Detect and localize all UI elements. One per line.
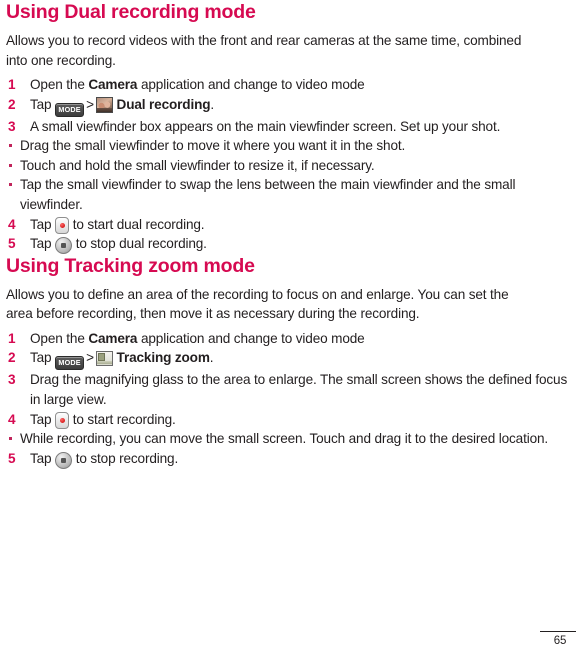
step-item: 2 Tap MODE > Tracking zoom. <box>6 348 572 371</box>
step-number: 1 <box>8 330 16 346</box>
record-button-icon[interactable] <box>55 411 70 429</box>
tracking-zoom-thumbnail-icon[interactable] <box>95 351 113 367</box>
record-button-icon[interactable] <box>55 216 70 234</box>
step-number: 4 <box>8 216 16 232</box>
step-text-after: . <box>209 350 214 366</box>
section-title-dual-recording: Using Dual recording mode <box>6 1 256 23</box>
bullet-dot-icon <box>9 437 12 441</box>
section-intro-tracking-zoom: Allows you to define an area of the reco… <box>6 286 509 322</box>
tap-label: Tap <box>30 350 52 366</box>
step-item: 1 Open the Camera application and change… <box>6 75 572 95</box>
separator-glyph: > <box>86 96 94 112</box>
step-text-after: . <box>210 96 215 112</box>
separator-glyph: > <box>86 350 94 366</box>
dual-recording-thumbnail-icon[interactable] <box>95 96 113 113</box>
page-number: 65 <box>553 635 567 647</box>
step-number: 1 <box>8 77 16 92</box>
bullet-text: Touch and hold the small viewfinder to r… <box>20 157 375 173</box>
section-title-tracking-zoom: Using Tracking zoom mode <box>6 254 255 277</box>
page-footer: 65 <box>540 631 580 648</box>
step-item: 3 A small viewfinder box appears on the … <box>6 117 572 137</box>
step-item: 2 Tap MODE > Dual recording. <box>6 95 572 117</box>
tap-label: Tap <box>30 96 52 112</box>
step-text-after: to stop recording. <box>72 450 179 466</box>
step-text: Drag the magnifying glass to the area to… <box>30 372 568 407</box>
step-item: 4 Tap to start dual recording. <box>6 215 572 235</box>
step-number: 5 <box>8 236 16 252</box>
bullet-text: While recording, you can move the small … <box>20 431 549 447</box>
bullet-dot-icon <box>9 144 12 148</box>
step-text-after: application and change to video mode <box>137 330 365 346</box>
stop-button-icon[interactable] <box>55 237 73 255</box>
step-text-after: to start dual recording. <box>69 216 205 232</box>
mode-button-icon[interactable]: MODE <box>55 356 85 371</box>
step-text: A small viewfinder box appears on the ma… <box>30 118 501 134</box>
step-bold-term: Tracking zoom <box>116 350 210 366</box>
step-bold-term: Camera <box>88 77 138 92</box>
bullet-dot-icon <box>9 163 12 167</box>
step-item: 5 Tap to stop dual recording. <box>6 234 572 255</box>
step-number: 2 <box>8 96 16 112</box>
bullet-item: While recording, you can move the small … <box>6 429 572 449</box>
mode-button-icon[interactable]: MODE <box>55 102 85 117</box>
step-text-before: Open the <box>30 330 89 346</box>
step-number: 4 <box>8 411 16 427</box>
step-text-before: Open the <box>30 77 89 92</box>
step-bold-term: Camera <box>88 330 138 346</box>
bullet-item: Touch and hold the small viewfinder to r… <box>6 156 572 176</box>
step-number: 5 <box>8 450 16 466</box>
step-item: 1 Open the Camera application and change… <box>6 329 572 349</box>
step-number: 3 <box>8 118 16 134</box>
step-text-after: application and change to video mode <box>137 77 365 92</box>
step-text-after: to stop dual recording. <box>72 236 207 252</box>
step-bold-term: Dual recording <box>116 96 211 112</box>
step-text-after: to start recording. <box>69 411 176 427</box>
steps-list-tracking-zoom: 1 Open the Camera application and change… <box>6 329 572 469</box>
tap-label: Tap <box>30 411 52 427</box>
bullet-item: Drag the small viewfinder to move it whe… <box>6 136 572 156</box>
bullet-item: Tap the small viewfinder to swap the len… <box>6 175 572 214</box>
step-item: 3 Drag the magnifying glass to the area … <box>6 370 572 409</box>
tap-label: Tap <box>30 216 52 232</box>
steps-list-dual-recording: 1 Open the Camera application and change… <box>6 75 572 255</box>
footer-divider <box>540 631 576 632</box>
step-item: 5 Tap to stop recording. <box>6 449 572 469</box>
step-item: 4 Tap to start recording. <box>6 410 572 430</box>
bullet-text: Tap the small viewfinder to swap the len… <box>20 177 516 212</box>
stop-button-icon[interactable] <box>55 451 73 469</box>
step-number: 2 <box>8 350 16 366</box>
tap-label: Tap <box>30 450 52 466</box>
bullet-dot-icon <box>9 183 12 187</box>
bullet-text: Drag the small viewfinder to move it whe… <box>20 138 406 154</box>
section-intro-dual-recording: Allows you to record videos with the fro… <box>6 33 522 68</box>
tap-label: Tap <box>30 236 52 252</box>
step-number: 3 <box>8 372 16 388</box>
manual-page: Using Dual recording mode Allows you to … <box>0 0 580 654</box>
